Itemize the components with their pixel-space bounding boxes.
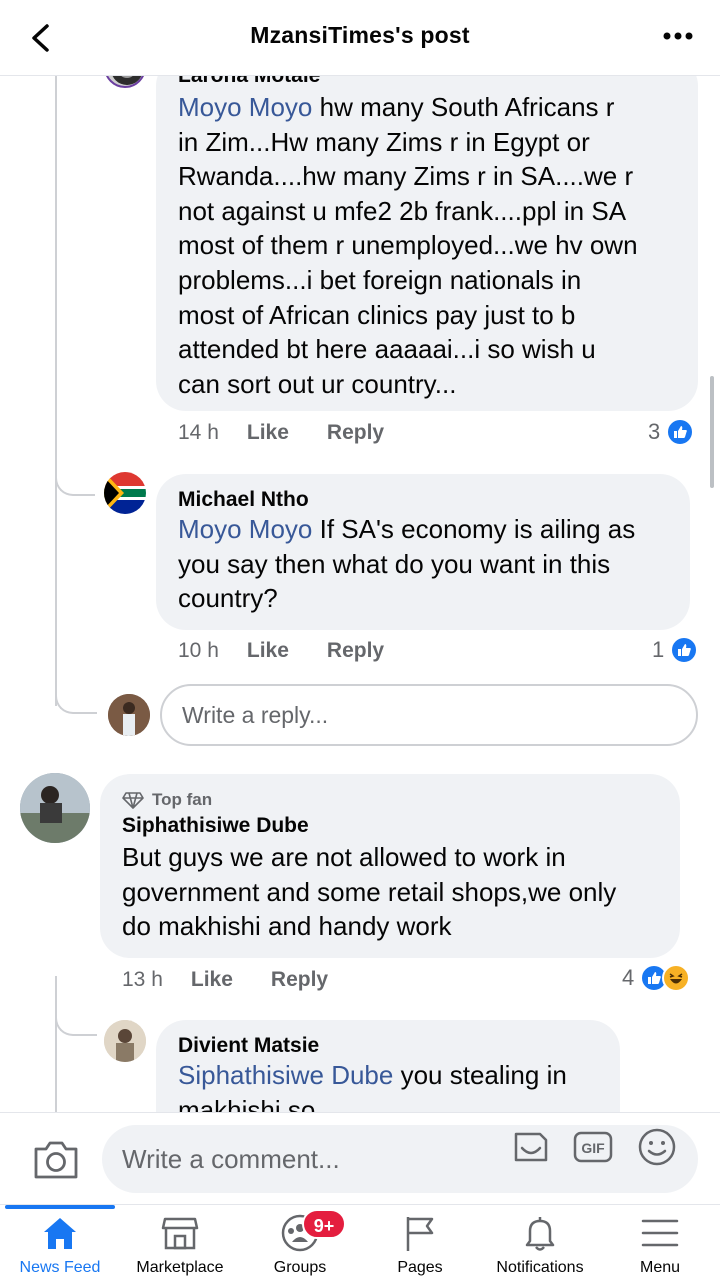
reaction-summary[interactable]: 4 bbox=[622, 964, 691, 992]
svg-text:GIF: GIF bbox=[581, 1140, 605, 1156]
comment-text: But guys we are not allowed to work in g… bbox=[122, 842, 617, 942]
comment-author[interactable]: Siphathisiwe Dube bbox=[122, 814, 658, 838]
comment-bubble: Top fan Siphathisiwe Dube But guys we ar… bbox=[100, 774, 680, 958]
reply-input[interactable]: Write a reply... bbox=[160, 684, 698, 746]
avatar[interactable] bbox=[104, 472, 146, 514]
marketplace-icon bbox=[161, 1217, 199, 1250]
camera-icon[interactable] bbox=[32, 1137, 80, 1181]
menu-icon bbox=[641, 1219, 679, 1247]
nav-marketplace[interactable]: Marketplace bbox=[120, 1205, 240, 1280]
reply-button[interactable]: Reply bbox=[271, 968, 328, 992]
nav-menu[interactable]: Menu bbox=[600, 1205, 720, 1280]
thread-connector bbox=[55, 684, 97, 714]
thread-line bbox=[55, 76, 57, 706]
nav-notifications[interactable]: Notifications bbox=[480, 1205, 600, 1280]
avatar[interactable] bbox=[104, 1020, 146, 1062]
bottom-navigation: News Feed Marketplace 9+ Groups Pages No… bbox=[0, 1204, 720, 1280]
more-options-icon[interactable] bbox=[658, 20, 698, 52]
like-reaction-icon bbox=[666, 418, 695, 446]
comment-bubble: Larona Motale Moyo Moyo hw many South Af… bbox=[156, 76, 698, 411]
comment-meta: 13 h Like Reply bbox=[122, 968, 366, 992]
mention-link[interactable]: Moyo Moyo bbox=[178, 514, 312, 544]
like-button[interactable]: Like bbox=[191, 968, 233, 992]
comment-bubble: Michael Ntho Moyo Moyo If SA's economy i… bbox=[156, 474, 690, 630]
sticker-icon[interactable] bbox=[510, 1126, 552, 1168]
like-button[interactable]: Like bbox=[247, 639, 289, 663]
comment-time: 13 h bbox=[122, 968, 163, 991]
reply-button[interactable]: Reply bbox=[327, 421, 384, 445]
comments-feed[interactable]: Larona Motale Moyo Moyo hw many South Af… bbox=[0, 76, 720, 1112]
flag-icon bbox=[406, 1217, 434, 1251]
reaction-count: 4 bbox=[622, 965, 635, 990]
comment-author[interactable]: Divient Matsie bbox=[178, 1034, 598, 1058]
thread-connector bbox=[55, 1010, 97, 1036]
nav-pages[interactable]: Pages bbox=[360, 1205, 480, 1280]
comment-author[interactable]: Larona Motale bbox=[178, 76, 676, 90]
bell-icon bbox=[525, 1217, 555, 1251]
comment-time: 14 h bbox=[178, 421, 219, 444]
mention-link[interactable]: Siphathisiwe Dube bbox=[178, 1060, 393, 1090]
comment-meta: 14 h Like Reply bbox=[178, 421, 422, 445]
page-title: MzansiTimes's post bbox=[250, 22, 470, 48]
reaction-count: 3 bbox=[648, 419, 661, 444]
nav-news-feed[interactable]: News Feed bbox=[0, 1205, 120, 1280]
thread-line bbox=[55, 976, 57, 1112]
top-fan-badge: Top fan bbox=[122, 790, 658, 810]
reply-button[interactable]: Reply bbox=[327, 639, 384, 663]
avatar[interactable] bbox=[104, 76, 146, 88]
haha-reaction-icon bbox=[662, 964, 691, 992]
nav-groups[interactable]: 9+ Groups bbox=[240, 1205, 360, 1280]
thread-connector bbox=[55, 462, 95, 496]
like-button[interactable]: Like bbox=[247, 421, 289, 445]
avatar bbox=[108, 694, 150, 736]
reaction-summary[interactable]: 3 bbox=[648, 418, 695, 446]
notification-badge: 9+ bbox=[302, 1209, 346, 1239]
diamond-icon bbox=[122, 792, 144, 809]
avatar[interactable] bbox=[20, 773, 90, 843]
comment-text: Moyo Moyo If SA's economy is ailing as y… bbox=[178, 514, 636, 614]
comment-composer: Write a comment... GIF bbox=[0, 1112, 720, 1204]
comment-time: 10 h bbox=[178, 639, 219, 662]
like-reaction-icon bbox=[670, 636, 699, 664]
comment-text: Moyo Moyo hw many South Africans r in Zi… bbox=[178, 92, 638, 399]
south-africa-flag-icon bbox=[104, 472, 146, 514]
comment-meta: 10 h Like Reply bbox=[178, 639, 422, 663]
reaction-summary[interactable]: 1 bbox=[652, 636, 699, 664]
reaction-count: 1 bbox=[652, 637, 665, 662]
comment-bubble: Divient Matsie Siphathisiwe Dube you ste… bbox=[156, 1020, 620, 1112]
comment-author[interactable]: Michael Ntho bbox=[178, 488, 668, 512]
scrollbar[interactable] bbox=[710, 376, 714, 488]
home-icon bbox=[44, 1218, 76, 1249]
emoji-icon[interactable] bbox=[636, 1126, 678, 1168]
comment-text: Siphathisiwe Dube you stealing in makhis… bbox=[178, 1060, 567, 1112]
gif-icon[interactable]: GIF bbox=[572, 1126, 614, 1168]
mention-link[interactable]: Moyo Moyo bbox=[178, 92, 312, 122]
post-header: MzansiTimes's post bbox=[0, 0, 720, 76]
